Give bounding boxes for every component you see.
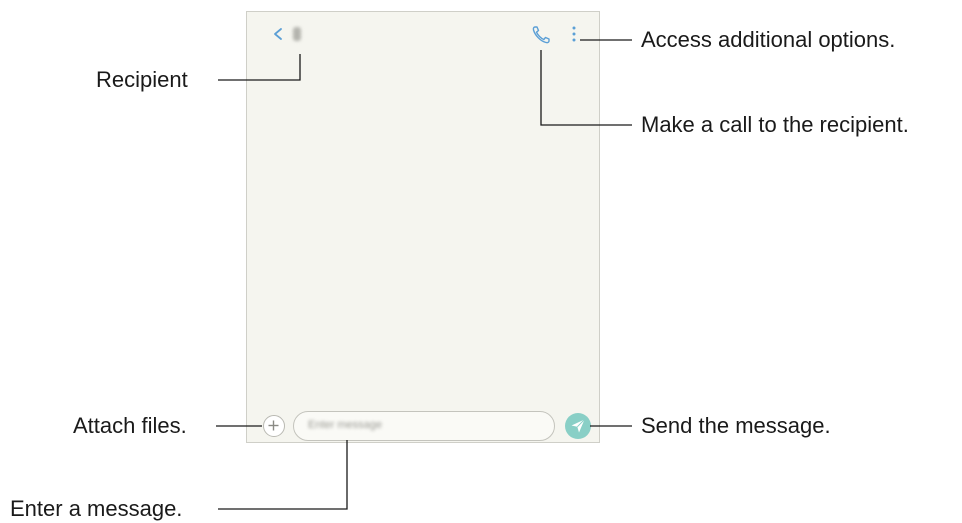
recipient-callout-line (218, 54, 301, 81)
send-label: Send the message. (641, 413, 831, 438)
call-callout-line (540, 50, 632, 126)
recipient-label: Recipient (96, 67, 188, 92)
enter-message-label: Enter a message. (10, 496, 183, 521)
call-label: Make a call to the recipient. (641, 112, 909, 137)
attach-label: Attach files. (73, 413, 187, 438)
more-options-label: Access additional options. (641, 27, 896, 52)
enter-message-callout-line (218, 440, 348, 510)
